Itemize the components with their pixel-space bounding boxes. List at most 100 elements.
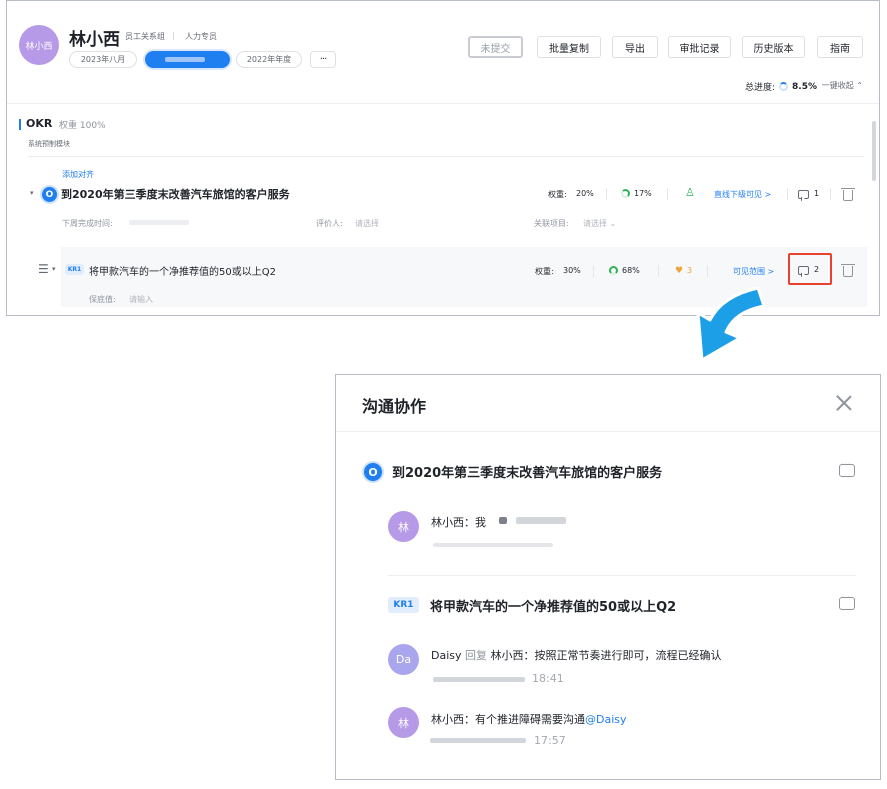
total-progress-label: 总进度: (744, 83, 776, 93)
history-version-button[interactable]: 历史版本 (742, 36, 805, 58)
comment-time: 18:41 (532, 672, 564, 685)
comment-text: 林小西：我 (431, 516, 486, 529)
comment-line: Daisy 回复 林小西：按照正常节奏进行即可，流程已经确认 (431, 647, 722, 663)
export-button[interactable]: 导出 (612, 36, 658, 58)
progress-ring-icon (779, 82, 789, 91)
panel-title: 沟通协作 (362, 397, 427, 416)
collaboration-panel: 沟通协作 O 到2020年第三季度末改善汽车旅馆的客户服务 林 林小西：我 KR… (335, 374, 881, 780)
panel-objective-title: 到2020年第三季度末改善汽车旅馆的客户服务 (392, 466, 663, 481)
meta-separator (830, 188, 831, 200)
okr-page-panel: 林小西 林小西 员工关系组 | 人力专员 2023年八月 2022年年度 ···… (6, 0, 880, 316)
panel-header-divider (336, 431, 880, 432)
meta-separator (667, 188, 668, 200)
kr-progress[interactable]: 68% (622, 266, 640, 275)
expand-caret-icon[interactable]: ▾ (30, 189, 34, 197)
objective-comment-count[interactable]: 1 (814, 189, 819, 198)
objective-weight-label: 权重: (548, 190, 567, 199)
meta-separator (787, 188, 788, 200)
comment-author[interactable]: Daisy (431, 649, 462, 662)
mention-link[interactable]: @Daisy (585, 713, 627, 726)
more-button[interactable]: ··· (310, 51, 336, 68)
project-label: 关联项目: (534, 219, 569, 228)
comment-date-redacted (430, 738, 526, 743)
kr-caret-icon[interactable]: ▾ (52, 265, 56, 273)
close-icon[interactable] (834, 393, 854, 413)
org-tree-icon: ♙ (685, 186, 695, 199)
unsubmit-button[interactable]: 未提交 (468, 36, 523, 58)
kr-visibility[interactable]: 可见范围 > (733, 266, 774, 277)
department-label: 员工关系组 (125, 32, 165, 41)
user-avatar: 林小西 (19, 25, 59, 65)
deadline-blurred-value (129, 220, 189, 225)
floor-value-input[interactable]: 请输入 (129, 294, 153, 305)
total-progress-value: 8.5% (792, 81, 817, 92)
comment-avatar: Da (388, 644, 419, 675)
scrollbar-thumb[interactable] (872, 121, 876, 181)
reviewer-label: 评价人: (316, 219, 343, 228)
delete-icon[interactable] (841, 188, 855, 201)
comment-avatar: 林 (388, 707, 419, 738)
floor-value-label: 保底值: (89, 295, 116, 304)
comment-time-redacted (433, 543, 553, 547)
user-name: 林小西 (69, 30, 120, 50)
callout-arrow-icon (696, 286, 766, 362)
objective-visibility[interactable]: 直线下级可见 > (714, 189, 771, 200)
role-label: 人力专员 (185, 32, 217, 41)
comment-text: 林小西：有个推进障碍需要沟通 (431, 713, 585, 726)
panel-objective-badge: O (364, 463, 382, 481)
kr-chat-icon[interactable] (839, 593, 855, 610)
objective-badge: O (42, 187, 57, 202)
heart-icon[interactable]: ♥ (675, 266, 683, 276)
guide-button[interactable]: 指南 (817, 36, 863, 58)
kr-likes: 3 (687, 266, 693, 275)
panel-kr-title: 将甲款汽车的一个净推荐值的50或以上Q2 (430, 600, 677, 615)
header-separator: | (172, 31, 175, 40)
header-divider (7, 103, 879, 104)
comment-redacted (516, 517, 566, 524)
section-divider (28, 156, 864, 157)
kr-badge: KR1 (65, 264, 84, 275)
reviewer-select[interactable]: 请选择 (355, 218, 379, 229)
add-align-link[interactable]: 添加对齐 (62, 169, 94, 180)
okr-section-title: OKR (26, 117, 53, 130)
comment-time: 17:57 (534, 734, 566, 747)
kr-title[interactable]: 将甲款汽车的一个净推荐值的50或以上Q2 (89, 263, 276, 278)
comment-line: 林小西：有个推进障碍需要沟通@Daisy (431, 711, 627, 727)
kr-progress-icon (609, 266, 618, 275)
panel-divider (388, 575, 856, 576)
approval-records-button[interactable]: 审批记录 (668, 36, 731, 58)
deadline-label: 下周完成时间: (62, 219, 113, 228)
objective-progress-icon (621, 189, 630, 198)
period-selector-blur (165, 57, 205, 62)
kr-delete-icon[interactable] (841, 264, 855, 277)
objective-title[interactable]: 到2020年第三季度末改善汽车旅馆的客户服务 (61, 186, 290, 202)
drag-handle-icon[interactable]: ☰ (38, 262, 49, 276)
period-selector[interactable] (145, 51, 230, 68)
okr-section-weight: 权重 100% (59, 121, 106, 131)
comment-date-redacted (433, 677, 525, 682)
meta-separator (606, 188, 607, 200)
okr-section-subtitle: 系统预制模块 (28, 140, 70, 148)
meta-separator (593, 265, 594, 277)
batch-copy-button[interactable]: 批量复制 (537, 36, 601, 58)
comment-text: 林小西：按照正常节奏进行即可，流程已经确认 (490, 649, 722, 662)
total-progress: 总进度: 8.5% (744, 80, 817, 94)
objective-chat-icon[interactable] (839, 460, 855, 477)
year-chip[interactable]: 2022年年度 (236, 51, 302, 68)
comment-avatar: 林 (388, 511, 419, 542)
collapse-all-button[interactable]: 一键收起 ⌃ (822, 80, 863, 91)
objective-weight-value[interactable]: 20% (576, 189, 594, 198)
objective-progress[interactable]: 17% (634, 189, 652, 198)
kr-weight-value[interactable]: 30% (563, 266, 581, 275)
meta-separator (658, 265, 659, 277)
kr-weight-label: 权重: (535, 267, 554, 276)
comment-redacted (499, 517, 507, 524)
comment-highlight-box (788, 253, 832, 285)
panel-kr-badge: KR1 (388, 597, 419, 613)
comment-icon[interactable] (798, 190, 809, 199)
meta-separator (707, 265, 708, 277)
month-chip[interactable]: 2023年八月 (69, 51, 137, 68)
project-select[interactable]: 请选择 ⌄ (583, 218, 616, 229)
reply-label: 回复 (465, 649, 488, 662)
okr-section-marker (19, 119, 21, 130)
